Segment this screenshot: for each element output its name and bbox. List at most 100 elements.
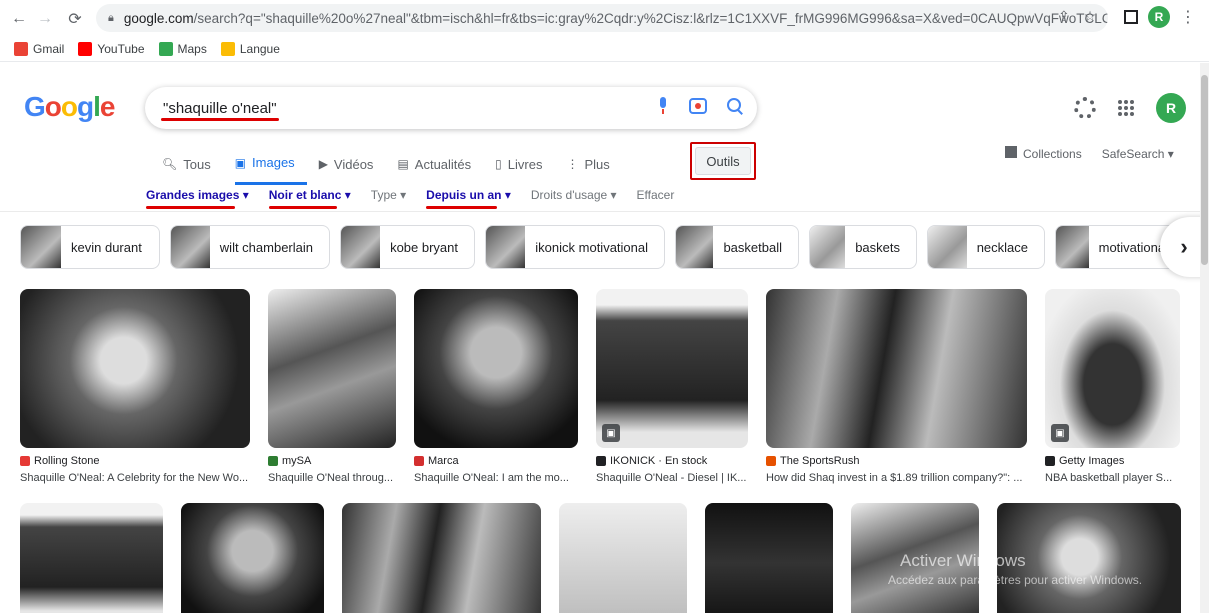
chip-thumbnail	[928, 226, 967, 268]
chip-label: wilt chamberlain	[219, 239, 313, 255]
search-icon[interactable]	[727, 98, 743, 114]
image-thumbnail[interactable]	[268, 289, 396, 448]
bookmark-label: Maps	[177, 41, 207, 56]
divider	[0, 211, 1200, 212]
image-result[interactable]	[559, 503, 687, 613]
tab-vidéos[interactable]: ▶ Vidéos	[319, 153, 386, 185]
scrollbar-thumb[interactable]	[1201, 75, 1208, 265]
bookmark-maps[interactable]: Maps	[158, 41, 207, 56]
chip-thumbnail	[1056, 226, 1089, 268]
image-title[interactable]: Shaquille O'Neal throug...	[268, 472, 396, 484]
google-lens-icon[interactable]	[689, 98, 707, 114]
image-source[interactable]: Rolling Stone	[20, 455, 250, 467]
page-scrollbar[interactable]	[1200, 63, 1209, 613]
bookmark-label: Langue	[239, 41, 280, 56]
tab-plus[interactable]: ⋮ Plus	[566, 153, 621, 185]
reload-icon[interactable]: ⟳	[64, 8, 86, 30]
url-domain: google.com	[123, 10, 194, 26]
image-result[interactable]: ▣ IKONICK · En stock Shaquille O'Neal - Di…	[596, 289, 748, 484]
image-result[interactable]: mySA Shaquille O'Neal throug...	[268, 289, 396, 484]
image-source[interactable]: mySA	[268, 455, 396, 467]
bookmark-youtube[interactable]: YouTube	[78, 41, 145, 56]
filter-dropdown[interactable]: Droits d'usage ▾	[531, 188, 617, 202]
bookmarks-bar: Gmail YouTube Maps Langue	[0, 36, 1209, 62]
safesearch-button[interactable]: SafeSearch ▾	[1102, 147, 1174, 161]
related-search-chip[interactable]: wilt chamberlain	[170, 225, 330, 269]
profile-avatar[interactable]: R	[1148, 6, 1170, 28]
microphone-icon[interactable]	[657, 97, 669, 115]
windows-watermark-text: Accédez aux paramètres pour activer Wind…	[888, 573, 1143, 587]
image-result[interactable]	[181, 503, 324, 613]
tab-images[interactable]: ▣ Images	[234, 153, 307, 185]
filter-dropdown[interactable]: Noir et blanc ▾	[268, 188, 351, 209]
image-thumbnail[interactable]	[705, 503, 833, 613]
logo-letter: o	[44, 91, 62, 122]
image-source[interactable]: Marca	[414, 455, 578, 467]
menu-dots-icon[interactable]: ⋮	[1180, 7, 1196, 27]
image-thumbnail[interactable]	[342, 503, 541, 613]
star-icon[interactable]: ☆	[1084, 8, 1097, 25]
address-bar[interactable]: 🔒︎ google.com/search?q="shaquille%20o%27…	[96, 4, 1108, 32]
related-chips: kevin durant wilt chamberlain kobe bryant i…	[20, 225, 1185, 269]
filter-dropdown[interactable]: Effacer	[637, 188, 675, 202]
filter-dropdown[interactable]: Grandes images ▾	[146, 188, 249, 209]
collections-label: Collections	[1023, 147, 1082, 161]
image-source[interactable]: Getty Images	[1045, 455, 1180, 467]
image-thumbnail[interactable]	[20, 289, 250, 448]
image-title[interactable]: Shaquille O'Neal: A Celebrity for the Ne…	[20, 472, 250, 484]
image-thumbnail[interactable]	[766, 289, 1027, 448]
related-search-chip[interactable]: basketball	[675, 225, 799, 269]
related-search-chip[interactable]: kevin durant	[20, 225, 160, 269]
related-search-chip[interactable]: necklace	[927, 225, 1045, 269]
filter-dropdown[interactable]: Type ▾	[371, 188, 406, 202]
image-title[interactable]: Shaquille O'Neal - Diesel | IK...	[596, 472, 748, 484]
image-thumbnail[interactable]: ▣	[1045, 289, 1180, 448]
tab-label: Tous	[183, 156, 211, 172]
image-title[interactable]: NBA basketball player S...	[1045, 472, 1180, 484]
related-search-chip[interactable]: ikonick motivational	[485, 225, 665, 269]
filter-dropdown[interactable]: Depuis un an ▾	[426, 188, 511, 209]
image-thumbnail[interactable]	[20, 503, 163, 613]
bookmark-langue[interactable]: Langue	[220, 41, 280, 56]
tab-livres[interactable]: ▯ Livres	[495, 153, 554, 185]
chip-label: baskets	[855, 239, 900, 255]
image-source[interactable]: The SportsRush	[766, 455, 1027, 467]
chip-label: motivational	[1098, 239, 1168, 255]
image-source[interactable]: IKONICK · En stock	[596, 455, 748, 467]
image-result[interactable]: The SportsRush How did Shaq invest in a $…	[766, 289, 1027, 484]
bookmark-gmail[interactable]: Gmail	[14, 41, 64, 56]
forward-arrow-icon[interactable]: →	[34, 8, 56, 30]
back-arrow-icon[interactable]: ←	[8, 8, 30, 30]
side-panel-icon[interactable]	[1124, 10, 1138, 24]
related-search-chip[interactable]: kobe bryant	[340, 225, 475, 269]
search-input[interactable]: "shaquille o'neal"	[145, 87, 757, 129]
image-thumbnail[interactable]	[559, 503, 687, 613]
source-name: Rolling Stone	[34, 455, 100, 467]
image-result[interactable]	[342, 503, 541, 613]
image-result[interactable]: ▣ Getty Images NBA basketball player S...	[1045, 289, 1180, 484]
image-title[interactable]: How did Shaq invest in a $1.89 trillion …	[766, 472, 1027, 484]
book-icon: ▯	[495, 157, 502, 171]
google-logo[interactable]: Google	[24, 91, 115, 123]
image-title[interactable]: Shaquille O'Neal: I am the mo...	[414, 472, 578, 484]
chip-thumbnail	[810, 226, 846, 268]
image-thumbnail[interactable]	[414, 289, 578, 448]
share-icon[interactable]: ⇪	[1058, 8, 1070, 25]
source-name: The SportsRush	[780, 455, 860, 467]
image-result[interactable]: Rolling Stone Shaquille O'Neal: A Celebri…	[20, 289, 250, 484]
image-thumbnail[interactable]: ▣	[596, 289, 748, 448]
related-search-chip[interactable]: baskets	[809, 225, 917, 269]
image-result[interactable]: Marca Shaquille O'Neal: I am the mo...	[414, 289, 578, 484]
source-name: IKONICK · En stock	[610, 455, 708, 467]
image-thumbnail[interactable]	[181, 503, 324, 613]
gear-icon[interactable]	[1074, 97, 1096, 119]
collections-link[interactable]: Collections	[1005, 146, 1082, 161]
tab-tous[interactable]: 🔍︎ Tous	[162, 153, 223, 185]
tools-button[interactable]: Outils	[695, 147, 751, 175]
tab-actualités[interactable]: ▤ Actualités	[397, 153, 483, 185]
image-result[interactable]	[20, 503, 163, 613]
search-query[interactable]: "shaquille o'neal"	[161, 100, 279, 121]
image-result[interactable]	[705, 503, 833, 613]
account-avatar[interactable]: R	[1156, 93, 1186, 123]
apps-grid-icon[interactable]	[1118, 100, 1134, 116]
